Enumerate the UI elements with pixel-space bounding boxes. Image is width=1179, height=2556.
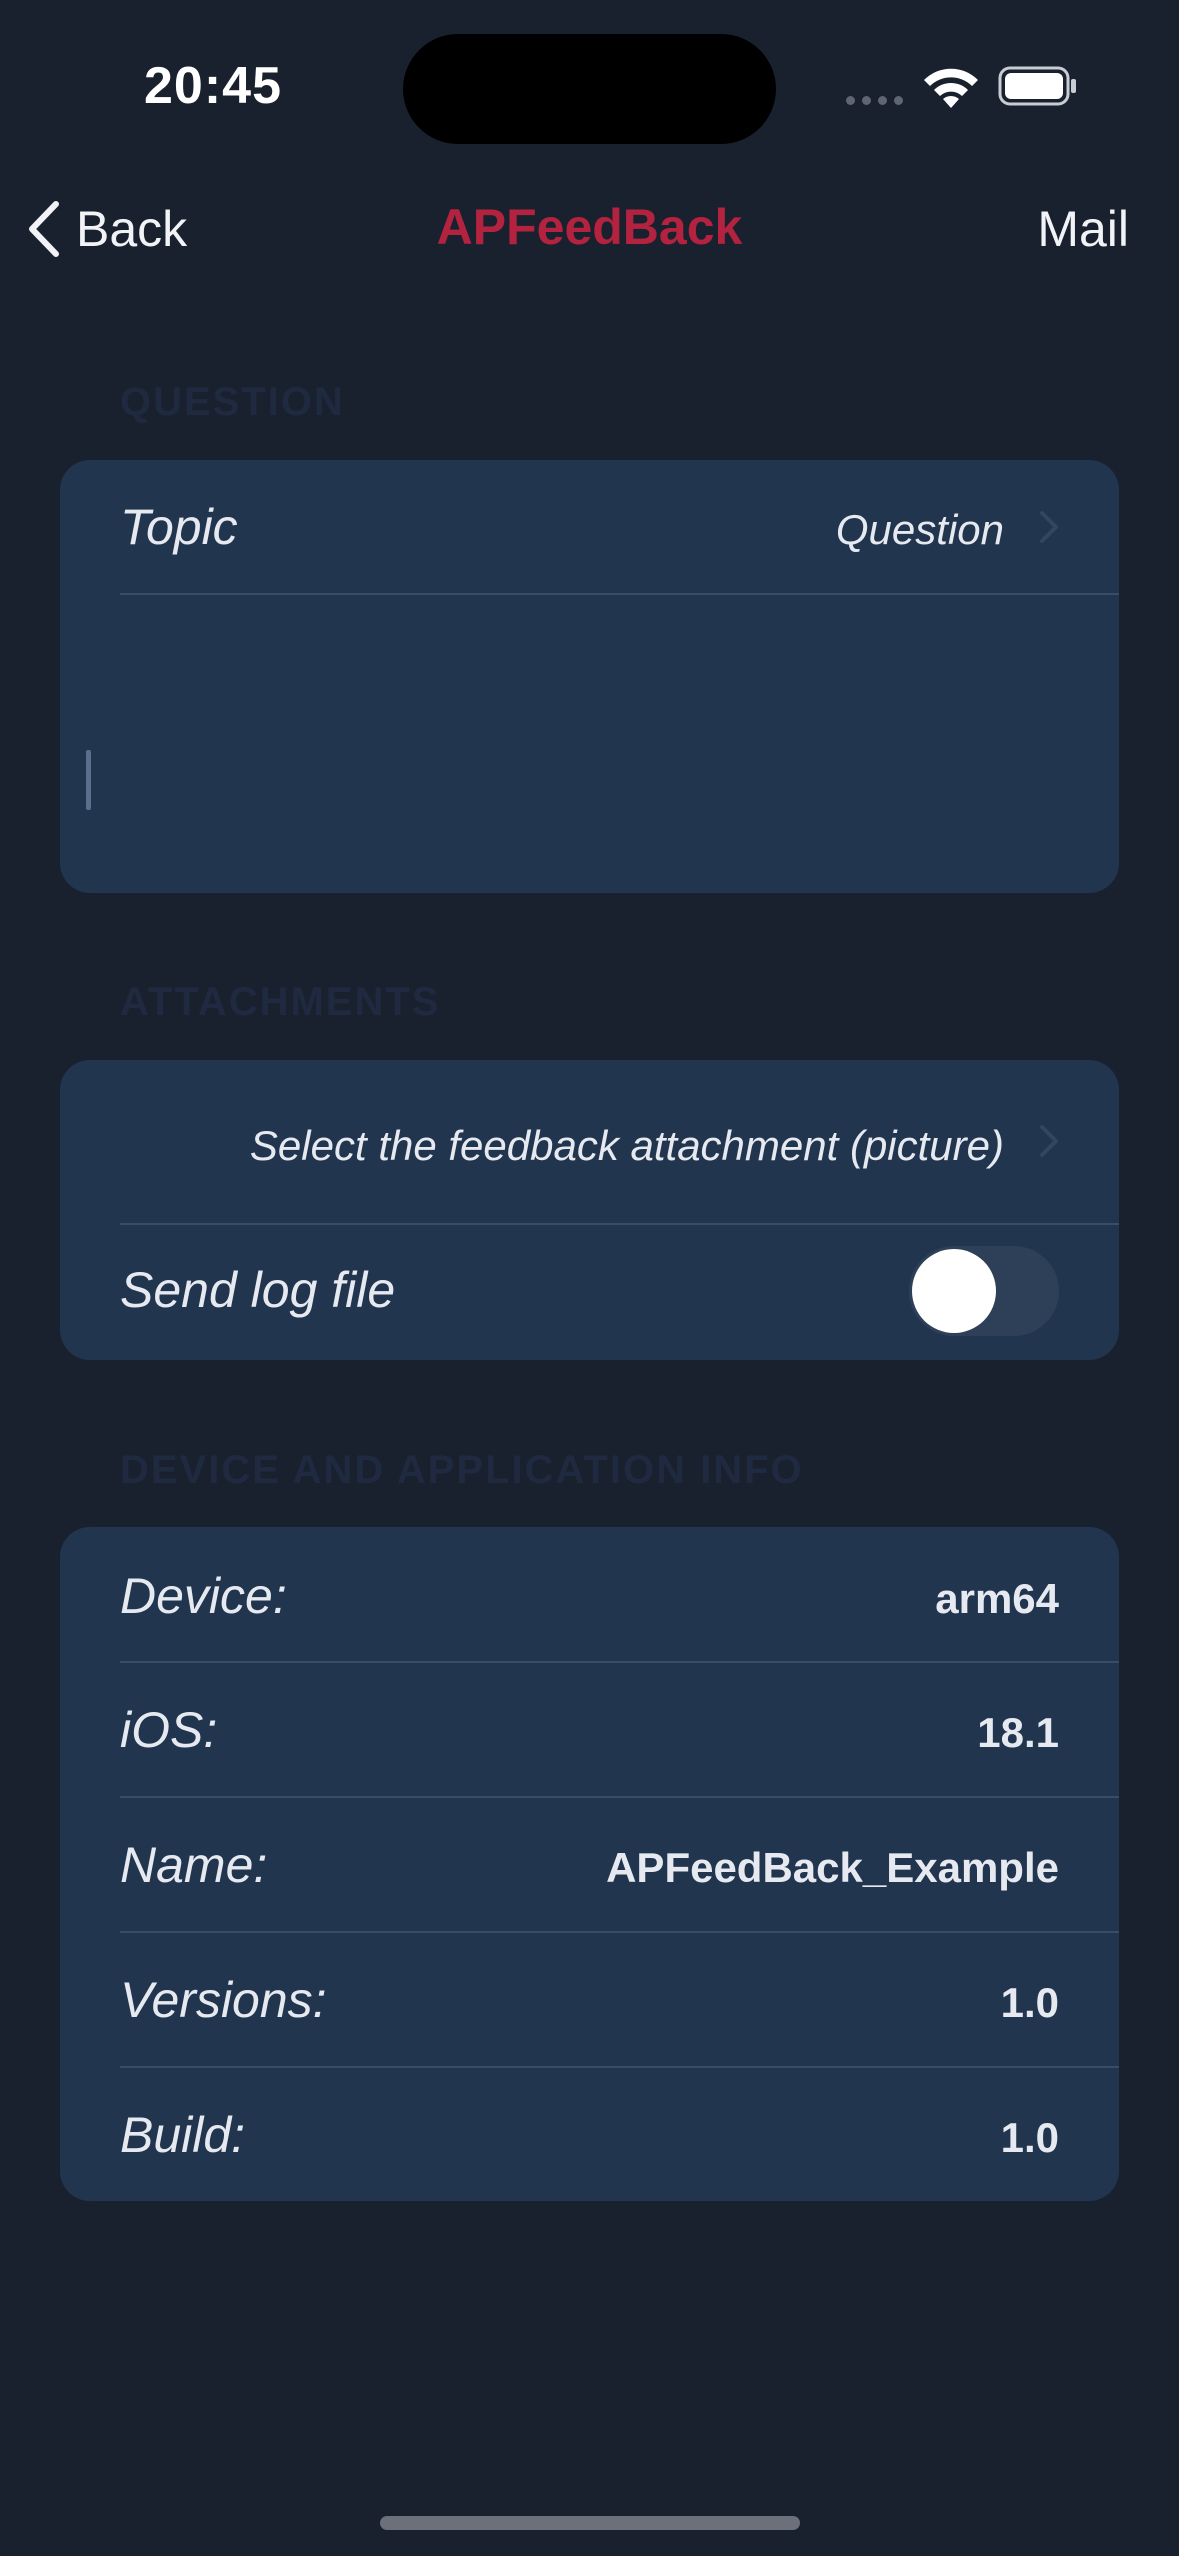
dynamic-island [403, 34, 776, 144]
section-header-attachments: ATTACHMENTS [120, 980, 441, 1024]
wifi-icon [924, 68, 978, 108]
info-label: iOS: [120, 1702, 218, 1758]
topic-row[interactable]: Topic Question [60, 460, 1119, 593]
question-card: Topic Question [60, 460, 1119, 893]
navigation-bar: Back APFeedBack Mail [0, 170, 1179, 286]
info-value: APFeedBack_Example [606, 1844, 1059, 1891]
chevron-left-icon [29, 201, 59, 257]
back-button[interactable]: Back [24, 200, 187, 258]
send-log-toggle[interactable] [909, 1246, 1059, 1336]
select-attachment-label: Select the feedback attachment (picture) [249, 1122, 1004, 1169]
mail-button[interactable]: Mail [1037, 200, 1129, 258]
info-value: 1.0 [1000, 1979, 1059, 2026]
message-text-area[interactable] [60, 595, 1119, 893]
info-row-versions: Versions: 1.0 [60, 1933, 1119, 2066]
info-row-build: Build: 1.0 [60, 2068, 1119, 2201]
info-value: arm64 [935, 1575, 1059, 1622]
topic-value: Question [835, 506, 1004, 553]
chevron-right-icon [1040, 511, 1058, 543]
send-log-label: Send log file [120, 1262, 396, 1318]
info-label: Build: [120, 2107, 246, 2163]
section-header-question: QUESTION [120, 380, 345, 424]
toggle-knob [912, 1249, 996, 1333]
battery-icon [998, 66, 1076, 106]
info-label: Name: [120, 1837, 268, 1893]
info-value: 18.1 [977, 1709, 1059, 1756]
select-attachment-row[interactable]: Select the feedback attachment (picture) [60, 1060, 1119, 1223]
status-bar: 20:45 [0, 0, 1179, 170]
info-row-ios: iOS: 18.1 [60, 1663, 1119, 1796]
section-header-info: DEVICE AND APPLICATION INFO [120, 1448, 804, 1492]
info-card: Device: arm64 iOS: 18.1 Name: APFeedBack… [60, 1527, 1119, 2201]
info-row-name: Name: APFeedBack_Example [60, 1798, 1119, 1931]
chevron-right-icon [1040, 1125, 1058, 1157]
attachments-card: Select the feedback attachment (picture)… [60, 1060, 1119, 1360]
status-time: 20:45 [144, 57, 282, 115]
info-label: Device: [120, 1568, 287, 1624]
text-cursor [86, 750, 91, 810]
info-value: 1.0 [1000, 2114, 1059, 2161]
info-label: Versions: [120, 1972, 327, 2028]
home-indicator[interactable] [380, 2516, 800, 2530]
back-label: Back [76, 201, 188, 257]
info-row-device: Device: arm64 [60, 1527, 1119, 1661]
cellular-signal-icon [846, 96, 903, 105]
topic-label: Topic [120, 499, 238, 555]
